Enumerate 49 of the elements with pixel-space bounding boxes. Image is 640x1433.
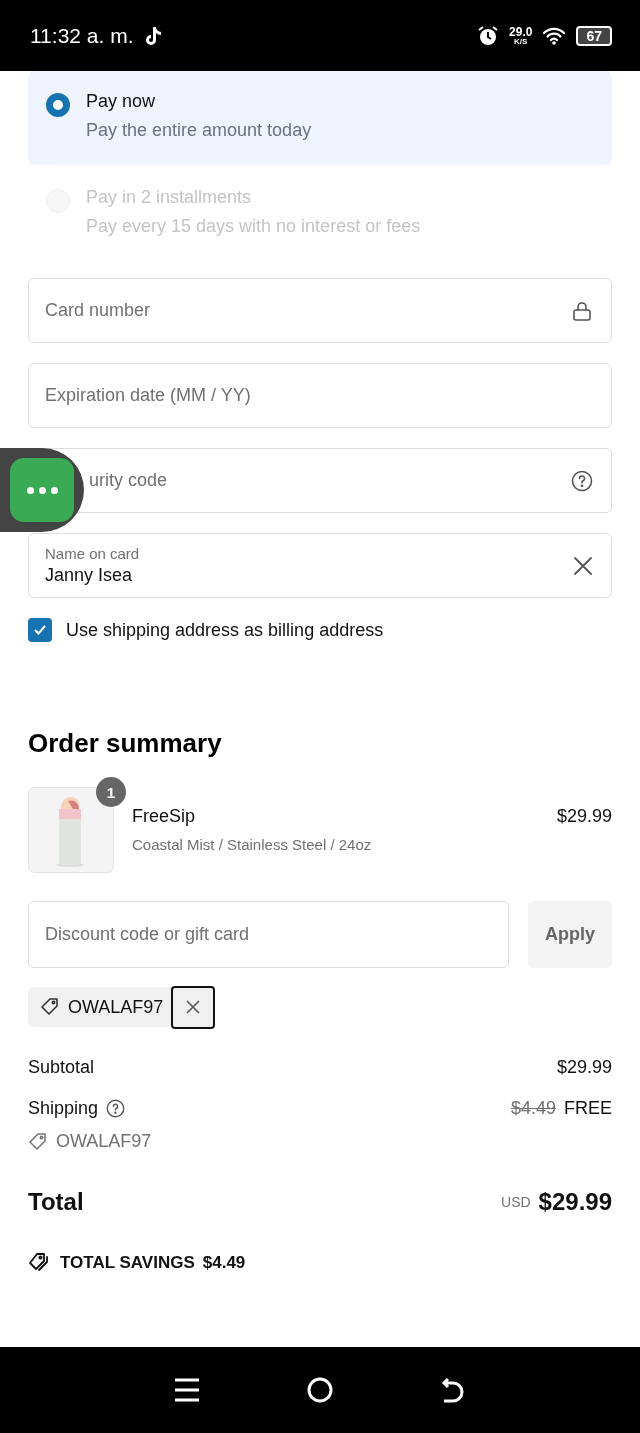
alarm-icon	[477, 24, 500, 47]
menu-icon[interactable]	[173, 1378, 200, 1402]
shipping-discount-code: OWALAF97	[56, 1131, 152, 1152]
wifi-icon	[542, 25, 567, 46]
more-button[interactable]	[10, 458, 74, 522]
quantity-badge: 1	[96, 777, 126, 807]
radio-button[interactable]	[46, 93, 70, 117]
discount-code: OWALAF97	[68, 996, 164, 1018]
payment-option[interactable]: Pay now Pay the entire amount today	[28, 71, 612, 165]
lock-icon	[571, 299, 593, 322]
option-title: Pay now	[86, 91, 157, 112]
clear-icon[interactable]	[573, 555, 593, 576]
expiration-date-field[interactable]: Expiration date (MM / YY)	[28, 363, 612, 428]
savings-label: TOTAL SAVINGS	[60, 1253, 195, 1273]
name-on-card-field[interactable]: Name on card Janny Isea	[28, 533, 612, 598]
product-variant: Coastal Mist / Stainless Steel / 24oz	[132, 836, 373, 853]
remove-button[interactable]	[171, 985, 216, 1029]
help-icon[interactable]	[106, 1099, 126, 1118]
network-speed: 29.0 K/S	[509, 25, 533, 46]
option-title: Pay in 2 installments	[86, 187, 253, 208]
subtotal-label: Subtotal	[28, 1057, 95, 1078]
product-price: $29.99	[556, 805, 612, 827]
card-number-field[interactable]: Card number	[28, 278, 612, 343]
music-note-icon	[143, 25, 162, 46]
total-label: Total	[28, 1188, 84, 1216]
option-subtitle: Pay every 15 days with no interest or fees	[86, 216, 421, 237]
help-icon[interactable]	[571, 469, 593, 492]
home-icon[interactable]	[307, 1377, 333, 1403]
option-subtitle: Pay the entire amount today	[86, 120, 312, 141]
apply-button[interactable]: Apply	[528, 901, 612, 968]
shipping-label: Shipping	[28, 1098, 99, 1119]
check-icon	[33, 623, 47, 637]
battery-level: 67	[576, 25, 612, 46]
subtotal-value: $29.99	[556, 1057, 612, 1078]
product-name: FreeSip	[132, 806, 197, 827]
section-title: Order summary	[28, 728, 223, 759]
close-icon	[185, 999, 202, 1015]
field-label: Name on card	[45, 545, 141, 562]
shipping-value: FREE	[564, 1098, 612, 1119]
checkbox-label: Use shipping address as billing address	[66, 619, 384, 641]
total-value: $29.99	[538, 1188, 612, 1216]
checkbox[interactable]	[28, 618, 52, 642]
savings-value: $4.49	[202, 1253, 246, 1273]
discount-code-field[interactable]: Discount code or gift card	[28, 901, 509, 968]
tag-icon	[40, 997, 60, 1017]
status-time: 11:32 a. m.	[30, 23, 134, 48]
tag-icon	[28, 1131, 48, 1152]
original-shipping-price: $4.49	[510, 1098, 556, 1119]
currency-label: USD	[501, 1194, 531, 1210]
